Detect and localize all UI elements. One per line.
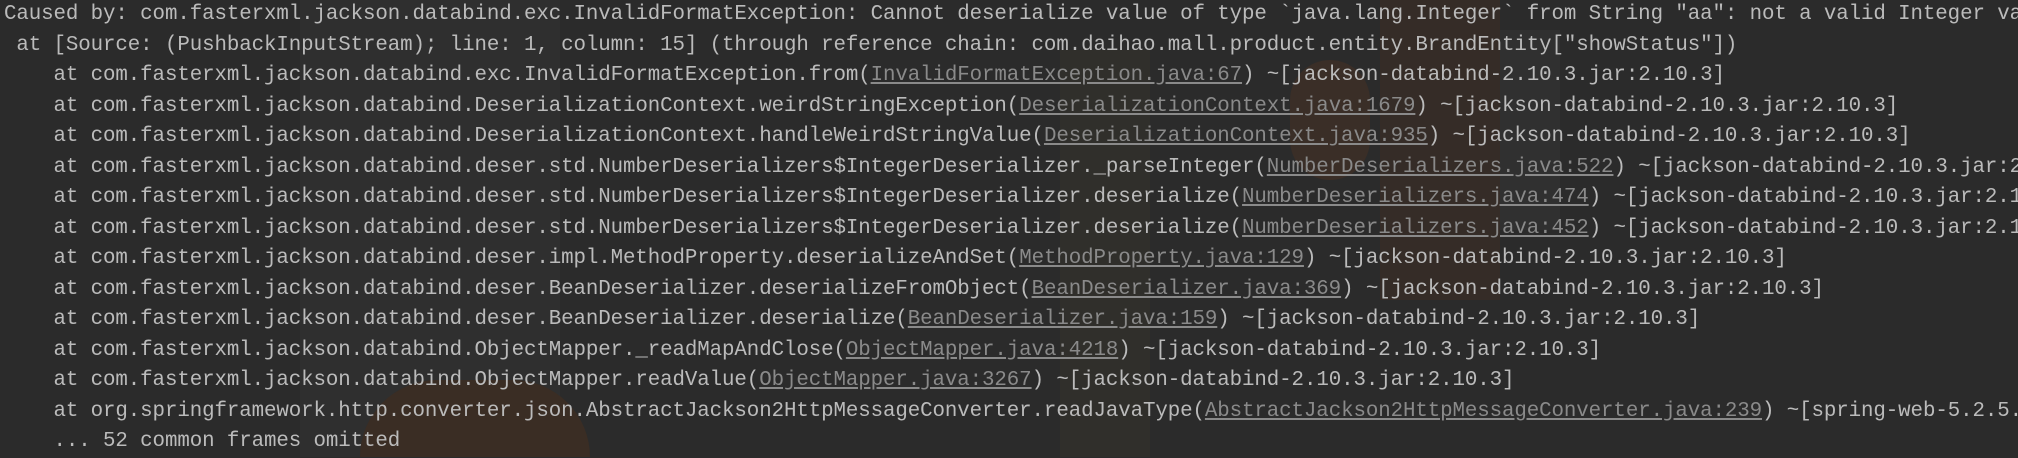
frame-jar: ) ~[jackson-databind-2.10.3.jar:2.10.3] (1613, 155, 2018, 179)
source-link[interactable]: BeanDeserializer.java:159 (908, 308, 1218, 331)
frame-jar: ) ~[jackson-databind-2.10.3.jar:2.10.3] (1303, 247, 1787, 270)
source-link[interactable]: ObjectMapper.java:4218 (846, 339, 1118, 362)
frame-text: ... 52 common frames omitted (4, 430, 401, 453)
frame-text: at com.fasterxml.jackson.databind.deser.… (4, 308, 908, 331)
frame-text: at com.fasterxml.jackson.databind.Deseri… (4, 94, 1020, 118)
frame-text: at com.fasterxml.jackson.databind.deser.… (4, 277, 1032, 301)
source-link[interactable]: BeanDeserializer.java:369 (1032, 278, 1342, 301)
stack-frame: at com.fasterxml.jackson.databind.Deseri… (4, 92, 2018, 123)
frame-jar: ) ~[jackson-databind-2.10.3.jar:2.10.3] (1588, 186, 2018, 209)
stack-frame: at com.fasterxml.jackson.databind.deser.… (4, 305, 2018, 336)
exception-header: Caused by: com.fasterxml.jackson.databin… (4, 0, 2018, 31)
frame-jar: ) ~[jackson-databind-2.10.3.jar:2.10.3] (1588, 216, 2018, 240)
frame-jar: ) ~[jackson-databind-2.10.3.jar:2.10.3] (1031, 369, 1515, 392)
frame-text: at com.fasterxml.jackson.databind.Object… (4, 369, 760, 392)
frame-jar: ) ~[jackson-databind-2.10.3.jar:2.10.3] (1217, 308, 1701, 331)
stack-frame: at com.fasterxml.jackson.databind.Object… (4, 336, 2018, 367)
frame-jar: ) ~[jackson-databind-2.10.3.jar:2.10.3] (1341, 277, 1824, 301)
source-link[interactable]: InvalidFormatException.java:67 (871, 64, 1243, 87)
frame-jar: ) ~[jackson-databind-2.10.3.jar:2.10.3] (1118, 338, 1602, 362)
source-link[interactable]: NumberDeserializers.java:452 (1242, 217, 1589, 240)
stack-frame: at com.fasterxml.jackson.databind.deser.… (4, 244, 2018, 275)
source-link[interactable]: NumberDeserializers.java:474 (1242, 186, 1589, 209)
frame-text: at [Source: (PushbackInputStream); line:… (4, 33, 1738, 57)
frame-text: at com.fasterxml.jackson.databind.deser.… (4, 247, 1020, 270)
frame-text: at com.fasterxml.jackson.databind.deser.… (4, 155, 1267, 179)
frame-text: at com.fasterxml.jackson.databind.deser.… (4, 186, 1243, 209)
source-link[interactable]: DeserializationContext.java:935 (1044, 125, 1428, 148)
frame-jar: ) ~[spring-web-5.2.5.RELEA (1762, 399, 2018, 423)
frame-text: at com.fasterxml.jackson.databind.Deseri… (4, 125, 1045, 148)
stack-line: at [Source: (PushbackInputStream); line:… (4, 31, 2018, 62)
stack-frame: at com.fasterxml.jackson.databind.exc.In… (4, 61, 2018, 92)
source-link[interactable]: AbstractJackson2HttpMessageConverter.jav… (1205, 400, 1762, 423)
stack-frame: at com.fasterxml.jackson.databind.Object… (4, 366, 2018, 397)
frame-text: at com.fasterxml.jackson.databind.Object… (4, 338, 846, 362)
source-link[interactable]: ObjectMapper.java:3267 (759, 369, 1031, 392)
source-link[interactable]: NumberDeserializers.java:522 (1267, 156, 1614, 179)
frame-text: at org.springframework.http.converter.js… (4, 399, 1205, 423)
frame-jar: ) ~[jackson-databind-2.10.3.jar:2.10.3] (1427, 125, 1911, 148)
stack-frame: at com.fasterxml.jackson.databind.deser.… (4, 183, 2018, 214)
stack-line: ... 52 common frames omitted (4, 427, 2018, 458)
frame-jar: ) ~[jackson-databind-2.10.3.jar:2.10.3] (1415, 94, 1899, 118)
frame-text: at com.fasterxml.jackson.databind.deser.… (4, 216, 1243, 240)
frame-text: Caused by: com.fasterxml.jackson.databin… (4, 3, 2018, 26)
frame-jar: ) ~[jackson-databind-2.10.3.jar:2.10.3] (1242, 64, 1725, 87)
source-link[interactable]: DeserializationContext.java:1679 (1019, 95, 1415, 118)
stack-frame: at com.fasterxml.jackson.databind.deser.… (4, 153, 2018, 184)
stack-frame: at com.fasterxml.jackson.databind.Deseri… (4, 122, 2018, 153)
stack-frame: at com.fasterxml.jackson.databind.deser.… (4, 275, 2018, 306)
stack-frame: at com.fasterxml.jackson.databind.deser.… (4, 214, 2018, 245)
source-link[interactable]: MethodProperty.java:129 (1019, 247, 1304, 270)
stack-frame: at org.springframework.http.converter.js… (4, 397, 2018, 428)
console-output: Caused by: com.fasterxml.jackson.databin… (4, 0, 2018, 458)
frame-text: at com.fasterxml.jackson.databind.exc.In… (4, 64, 871, 87)
